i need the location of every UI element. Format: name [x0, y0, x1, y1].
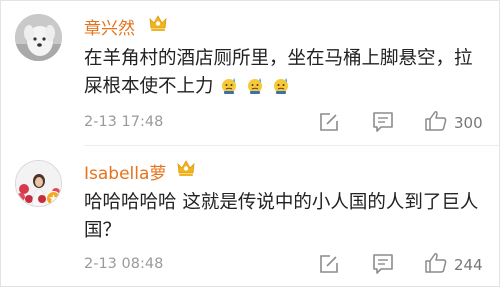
- comment-item: Isabella萝 哈哈哈哈哈 这就是传说中的小人国的人到了巨人国？ 2-13 …: [0, 146, 500, 287]
- avatar[interactable]: [15, 160, 62, 207]
- timestamp: 2-13 08:48: [84, 256, 164, 272]
- username[interactable]: 章兴然: [84, 14, 135, 39]
- comment-text: 哈哈哈哈哈 这就是传说中的小人国的人到了巨人国？: [84, 192, 479, 241]
- like-count: 300: [454, 114, 483, 132]
- edit-icon[interactable]: [318, 253, 340, 275]
- vip-crown-icon: [177, 160, 195, 176]
- emoji-group: [219, 75, 291, 104]
- comment-item: 章兴然 在羊角村的酒店厕所里，坐在马桶上脚悬空，拉屎根本使不上力 2-13 17…: [0, 0, 500, 146]
- thumbs-up-icon[interactable]: [424, 251, 448, 275]
- reply-icon[interactable]: [372, 111, 394, 133]
- timestamp: 2-13 17:48: [84, 114, 164, 130]
- sweat-emoji-icon: [248, 78, 263, 94]
- edit-icon[interactable]: [318, 111, 340, 133]
- vip-crown-icon: [149, 15, 167, 31]
- sweat-emoji-icon: [274, 78, 289, 94]
- avatar[interactable]: [15, 14, 62, 61]
- white-dog-avatar-icon: [15, 14, 62, 61]
- thumbs-up-icon[interactable]: [424, 109, 448, 133]
- sweat-emoji-icon: [222, 78, 237, 94]
- verified-badge-icon: [46, 191, 61, 206]
- comment-text: 在羊角村的酒店厕所里，坐在马桶上脚悬空，拉屎根本使不上力: [84, 45, 479, 104]
- like-count: 244: [454, 256, 483, 274]
- username[interactable]: Isabella萝: [84, 159, 166, 184]
- reply-icon[interactable]: [372, 253, 394, 275]
